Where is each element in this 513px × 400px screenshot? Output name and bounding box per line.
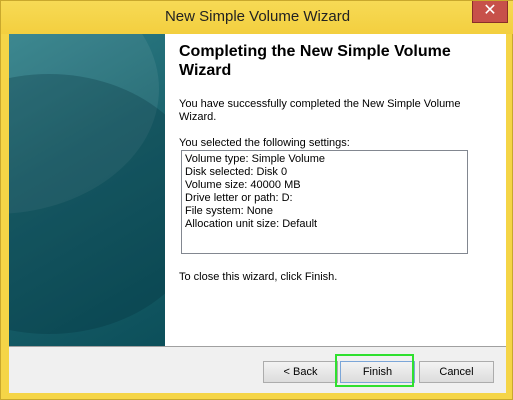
close-instruction: To close this wizard, click Finish. [179, 271, 338, 283]
settings-list-box[interactable]: Volume type: Simple Volume Disk selected… [181, 150, 468, 254]
wizard-banner-panel [9, 34, 165, 346]
settings-line-allocation: Allocation unit size: Default [185, 218, 318, 230]
intro-text: You have successfully completed the New … [179, 98, 461, 123]
settings-label: You selected the following settings: [179, 137, 350, 149]
wizard-window: New Simple Volume Wizard ✕ Completing th… [0, 0, 513, 400]
wizard-content: Completing the New Simple Volume Wizard … [165, 34, 506, 346]
close-button[interactable]: ✕ [472, 1, 508, 23]
wizard-client-area: Completing the New Simple Volume Wizard … [9, 34, 506, 393]
cancel-button[interactable]: Cancel [419, 361, 494, 383]
settings-line-file-system: File system: None [185, 205, 274, 217]
settings-line-volume-type: Volume type: Simple Volume [185, 153, 326, 165]
back-button[interactable]: < Back [263, 361, 338, 383]
page-heading: Completing the New Simple Volume Wizard [179, 43, 451, 79]
finish-button[interactable]: Finish [340, 361, 415, 383]
settings-line-disk: Disk selected: Disk 0 [185, 166, 288, 178]
window-title: New Simple Volume Wizard [164, 8, 351, 25]
settings-line-drive-letter: Drive letter or path: D: [185, 192, 293, 204]
banner-shadow [9, 74, 165, 334]
settings-line-volume-size: Volume size: 40000 MB [185, 179, 301, 191]
title-bar[interactable]: New Simple Volume Wizard ✕ [1, 1, 513, 34]
close-icon: ✕ [483, 2, 497, 19]
button-separator [9, 346, 506, 347]
